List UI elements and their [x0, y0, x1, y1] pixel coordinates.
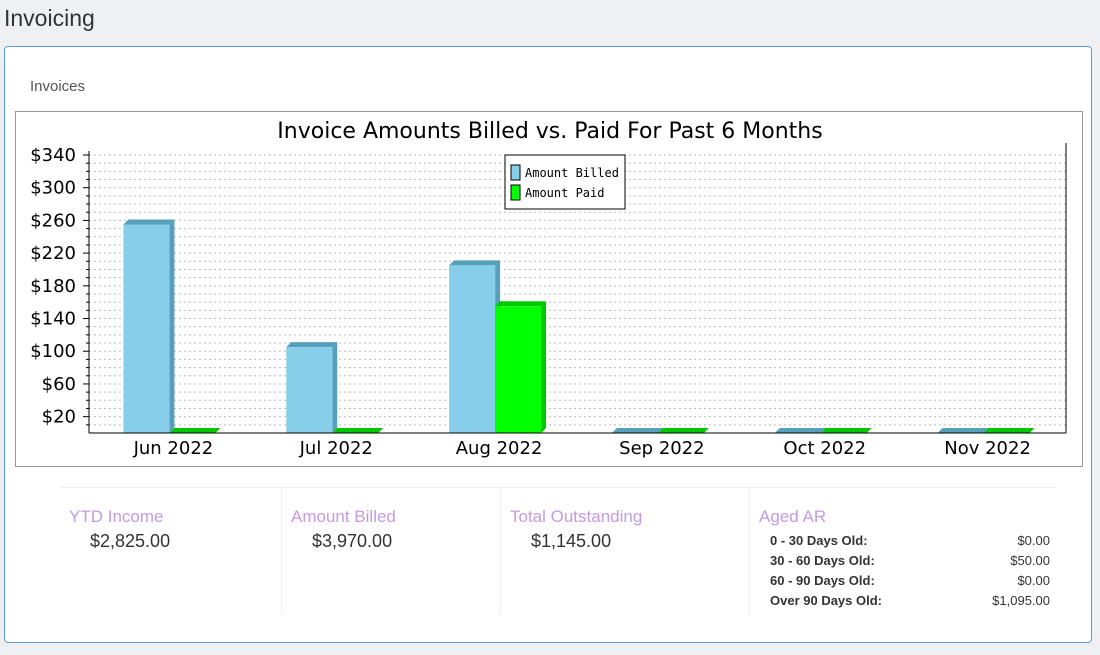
panel-heading: Invoices — [30, 78, 86, 95]
aged-ar-row-label: 30 - 60 Days Old: — [770, 552, 875, 568]
aged-ar-table: 0 - 30 Days Old: $0.00 30 - 60 Days Old:… — [770, 530, 1050, 610]
total-outstanding-value: $1,145.00 — [531, 531, 612, 551]
total-outstanding-label: Total Outstanding — [510, 507, 643, 526]
paid-bar-top — [495, 301, 547, 307]
paid-bar-top — [983, 428, 1035, 433]
y-tick-label: $220 — [30, 243, 76, 264]
paid-bar-top — [332, 428, 384, 433]
aged-ar-label: Aged AR — [759, 507, 827, 526]
billed-bar-front — [123, 224, 170, 433]
legend-label: Amount Billed — [525, 166, 619, 180]
paid-bar — [657, 428, 709, 433]
invoice-chart-svg: $20 $60 $100 $140 $180 $220 $260 $300 $340 Jun 20… — [30, 119, 1067, 459]
paid-bar — [983, 428, 1035, 433]
billed-bar-top — [937, 428, 989, 433]
billed-bar-top — [286, 342, 338, 348]
y-tick-label: $180 — [30, 276, 76, 297]
aged-ar-row-label: 60 - 90 Days Old: — [770, 572, 875, 588]
legend-swatch — [510, 184, 521, 201]
aged-ar-row-label: 0 - 30 Days Old: — [770, 532, 868, 548]
x-tick-label: Aug 2022 — [456, 438, 543, 459]
paid-bar-side — [541, 301, 547, 433]
billed-bar — [774, 428, 826, 433]
aged-ar-row-value: $1,095.00 — [992, 592, 1050, 608]
legend-label: Amount Paid — [525, 186, 604, 200]
paid-bar — [820, 428, 872, 433]
billed-bar — [449, 260, 501, 433]
page-title: Invoicing — [4, 5, 95, 31]
x-tick-label: Oct 2022 — [783, 438, 866, 459]
aged-ar-row-value: $0.00 — [1017, 572, 1050, 588]
x-tick-label: Jul 2022 — [299, 438, 373, 459]
billed-bar-front — [286, 347, 333, 433]
paid-bar — [495, 301, 547, 433]
aged-ar-row-value: $50.00 — [1010, 552, 1050, 568]
aged-ar-row: 30 - 60 Days Old: $50.00 — [770, 550, 1050, 570]
billed-bar-top — [449, 260, 501, 266]
billed-bar-side — [169, 219, 175, 433]
billed-bar — [611, 428, 663, 433]
y-tick-label: $260 — [30, 210, 76, 231]
ytd-income-value: $2,825.00 — [90, 531, 171, 551]
billed-bar — [286, 342, 338, 433]
billed-bar-front — [449, 265, 496, 433]
billed-bar-top — [611, 428, 663, 433]
y-tick-label: $20 — [42, 407, 76, 428]
x-tick-label: Sep 2022 — [619, 438, 704, 459]
chart-title: Invoice Amounts Billed vs. Paid For Past… — [277, 119, 822, 144]
aged-ar-row-value: $0.00 — [1017, 532, 1050, 548]
paid-bar-top — [169, 428, 221, 433]
invoices-panel: Invoices $20 $60 $100 $140 $180 $220 $260 $300 $… — [4, 46, 1092, 643]
amount-billed-stat: Amount Billed $3,970.00 — [282, 488, 501, 614]
paid-bar — [332, 428, 384, 433]
aged-ar-row-label: Over 90 Days Old: — [770, 592, 882, 608]
invoice-chart: $20 $60 $100 $140 $180 $220 $260 $300 $340 Jun 20… — [15, 111, 1083, 467]
paid-bar-top — [820, 428, 872, 433]
billed-bar-side — [332, 342, 338, 433]
total-outstanding-stat: Total Outstanding $1,145.00 — [501, 488, 750, 614]
billed-bar — [937, 428, 989, 433]
paid-bar-top — [657, 428, 709, 433]
y-tick-label: $300 — [30, 178, 76, 199]
y-tick-label: $140 — [30, 309, 76, 330]
paid-bar — [169, 428, 221, 433]
chart-legend — [504, 154, 626, 210]
billed-bar-top — [123, 219, 175, 225]
x-tick-label: Jun 2022 — [133, 438, 214, 459]
billed-bar — [123, 219, 175, 433]
legend-swatch — [510, 164, 521, 181]
invoice-stats: YTD Income $2,825.00 Amount Billed $3,97… — [60, 487, 1056, 614]
aged-ar-stat: Aged AR 0 - 30 Days Old: $0.00 30 - 60 D… — [750, 488, 1056, 614]
amount-billed-value: $3,970.00 — [312, 531, 393, 551]
y-tick-label: $100 — [30, 341, 76, 362]
paid-bar-front — [495, 306, 542, 433]
y-tick-label: $60 — [42, 374, 76, 395]
aged-ar-row: Over 90 Days Old: $1,095.00 — [770, 590, 1050, 610]
amount-billed-label: Amount Billed — [291, 507, 396, 526]
y-tick-label: $340 — [30, 145, 76, 166]
x-tick-label: Nov 2022 — [944, 438, 1031, 459]
aged-ar-row: 0 - 30 Days Old: $0.00 — [770, 530, 1050, 550]
billed-bar-top — [774, 428, 826, 433]
ytd-income-label: YTD Income — [69, 507, 164, 526]
ytd-income-stat: YTD Income $2,825.00 — [60, 488, 282, 614]
aged-ar-row: 60 - 90 Days Old: $0.00 — [770, 570, 1050, 590]
